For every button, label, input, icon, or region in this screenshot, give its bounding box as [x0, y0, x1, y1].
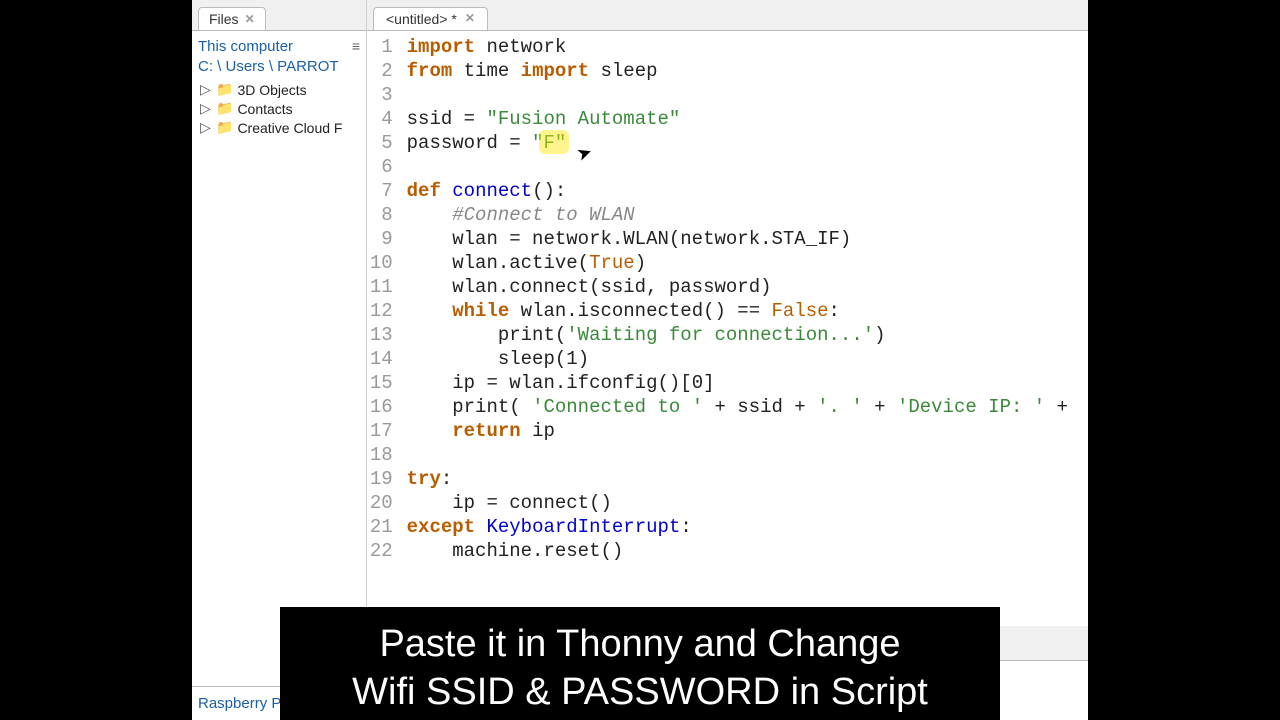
line-number: 17	[367, 419, 407, 443]
line-number: 11	[367, 275, 407, 299]
folder-icon: 📁	[216, 119, 233, 136]
chevron-right-icon[interactable]: ▷	[200, 119, 212, 136]
code-line[interactable]: 11 wlan.connect(ssid, password)	[367, 275, 1088, 299]
code-source[interactable]	[407, 155, 1088, 179]
hamburger-icon[interactable]: ≡	[352, 37, 360, 55]
code-line[interactable]: 10 wlan.active(True)	[367, 251, 1088, 275]
file-tree-item[interactable]: ▷ 📁 Creative Cloud F	[200, 118, 360, 137]
editor-scroll[interactable]: 1import network2from time import sleep34…	[367, 31, 1088, 626]
code-line[interactable]: 3	[367, 83, 1088, 107]
code-line[interactable]: 15 ip = wlan.ifconfig()[0]	[367, 371, 1088, 395]
code-line[interactable]: 1import network	[367, 35, 1088, 59]
line-number: 16	[367, 395, 407, 419]
line-number: 19	[367, 467, 407, 491]
code-source[interactable]: wlan = network.WLAN(network.STA_IF)	[407, 227, 1088, 251]
code-line[interactable]: 21except KeyboardInterrupt:	[367, 515, 1088, 539]
code-source[interactable]: try:	[407, 467, 1088, 491]
line-number: 2	[367, 59, 407, 83]
line-number: 7	[367, 179, 407, 203]
code-source[interactable]: password = "F"	[407, 131, 1088, 155]
code-source[interactable]: ip = wlan.ifconfig()[0]	[407, 371, 1088, 395]
folder-icon: 📁	[216, 81, 233, 98]
code-source[interactable]: print('Waiting for connection...')	[407, 323, 1088, 347]
file-tree: ▷ 📁 3D Objects ▷ 📁 Contacts ▷ 📁 Creative…	[198, 80, 360, 137]
code-line[interactable]: 12 while wlan.isconnected() == False:	[367, 299, 1088, 323]
code-line[interactable]: 5password = "F"	[367, 131, 1088, 155]
files-tab[interactable]: Files ✕	[198, 7, 266, 30]
file-tree-label: Creative Cloud F	[237, 120, 342, 136]
code-source[interactable]: ssid = "Fusion Automate"	[407, 107, 1088, 131]
line-number: 18	[367, 443, 407, 467]
code-source[interactable]	[407, 443, 1088, 467]
line-number: 10	[367, 251, 407, 275]
code-line[interactable]: 13 print('Waiting for connection...')	[367, 323, 1088, 347]
line-number: 12	[367, 299, 407, 323]
file-tree-item[interactable]: ▷ 📁 3D Objects	[200, 80, 360, 99]
code-line[interactable]: 18	[367, 443, 1088, 467]
code-source[interactable]: import network	[407, 35, 1088, 59]
files-tab-label: Files	[209, 11, 239, 27]
line-number: 15	[367, 371, 407, 395]
code-line[interactable]: 20 ip = connect()	[367, 491, 1088, 515]
files-location[interactable]: This computer C: \ Users \ PARROT ≡	[198, 37, 360, 76]
code-line[interactable]: 14 sleep(1)	[367, 347, 1088, 371]
code-line[interactable]: 8 #Connect to WLAN	[367, 203, 1088, 227]
line-number: 6	[367, 155, 407, 179]
code-source[interactable]: except KeyboardInterrupt:	[407, 515, 1088, 539]
line-number: 22	[367, 539, 407, 563]
line-number: 13	[367, 323, 407, 347]
folder-icon: 📁	[216, 100, 233, 117]
code-line[interactable]: 17 return ip	[367, 419, 1088, 443]
files-location-line2: C: \ Users \ PARROT	[198, 57, 339, 77]
caption-line-1: Paste it in Thonny and Change	[300, 621, 980, 669]
code-line[interactable]: 9 wlan = network.WLAN(network.STA_IF)	[367, 227, 1088, 251]
code-source[interactable]: def connect():	[407, 179, 1088, 203]
editor-tabs: <untitled> * ✕	[367, 0, 1088, 30]
code-source[interactable]: sleep(1)	[407, 347, 1088, 371]
line-number: 3	[367, 83, 407, 107]
code-source[interactable]: return ip	[407, 419, 1088, 443]
close-icon[interactable]: ✕	[245, 12, 255, 26]
files-panel: This computer C: \ Users \ PARROT ≡ ▷ 📁 …	[192, 30, 366, 686]
file-tree-label: 3D Objects	[237, 82, 306, 98]
file-tree-label: Contacts	[237, 101, 292, 117]
code-source[interactable]: from time import sleep	[407, 59, 1088, 83]
code-source[interactable]: ip = connect()	[407, 491, 1088, 515]
caption-line-2: Wifi SSID & PASSWORD in Script	[300, 669, 980, 717]
code-line[interactable]: 16 print( 'Connected to ' + ssid + '. ' …	[367, 395, 1088, 419]
code-line[interactable]: 19try:	[367, 467, 1088, 491]
code-source[interactable]: machine.reset()	[407, 539, 1088, 563]
line-number: 9	[367, 227, 407, 251]
chevron-right-icon[interactable]: ▷	[200, 100, 212, 117]
code-source[interactable]: print( 'Connected to ' + ssid + '. ' + '…	[407, 395, 1088, 419]
code-line[interactable]: 7def connect():	[367, 179, 1088, 203]
code-source[interactable]: wlan.active(True)	[407, 251, 1088, 275]
editor-tab-untitled[interactable]: <untitled> * ✕	[373, 7, 488, 30]
code-block[interactable]: 1import network2from time import sleep34…	[367, 31, 1088, 567]
editor-tab-label: <untitled> *	[386, 11, 457, 27]
code-editor[interactable]: 1import network2from time import sleep34…	[367, 30, 1088, 626]
code-line[interactable]: 22 machine.reset()	[367, 539, 1088, 563]
code-source[interactable]	[407, 83, 1088, 107]
line-number: 21	[367, 515, 407, 539]
chevron-right-icon[interactable]: ▷	[200, 81, 212, 98]
files-tab-row: Files ✕	[192, 0, 366, 30]
code-line[interactable]: 4ssid = "Fusion Automate"	[367, 107, 1088, 131]
code-source[interactable]: while wlan.isconnected() == False:	[407, 299, 1088, 323]
line-number: 20	[367, 491, 407, 515]
line-number: 5	[367, 131, 407, 155]
code-line[interactable]: 6	[367, 155, 1088, 179]
code-source[interactable]: #Connect to WLAN	[407, 203, 1088, 227]
line-number: 4	[367, 107, 407, 131]
code-line[interactable]: 2from time import sleep	[367, 59, 1088, 83]
code-source[interactable]: wlan.connect(ssid, password)	[407, 275, 1088, 299]
close-icon[interactable]: ✕	[465, 11, 475, 27]
line-number: 8	[367, 203, 407, 227]
video-caption: Paste it in Thonny and Change Wifi SSID …	[280, 607, 1000, 720]
line-number: 1	[367, 35, 407, 59]
file-tree-item[interactable]: ▷ 📁 Contacts	[200, 99, 360, 118]
line-number: 14	[367, 347, 407, 371]
files-location-line1: This computer	[198, 37, 339, 57]
